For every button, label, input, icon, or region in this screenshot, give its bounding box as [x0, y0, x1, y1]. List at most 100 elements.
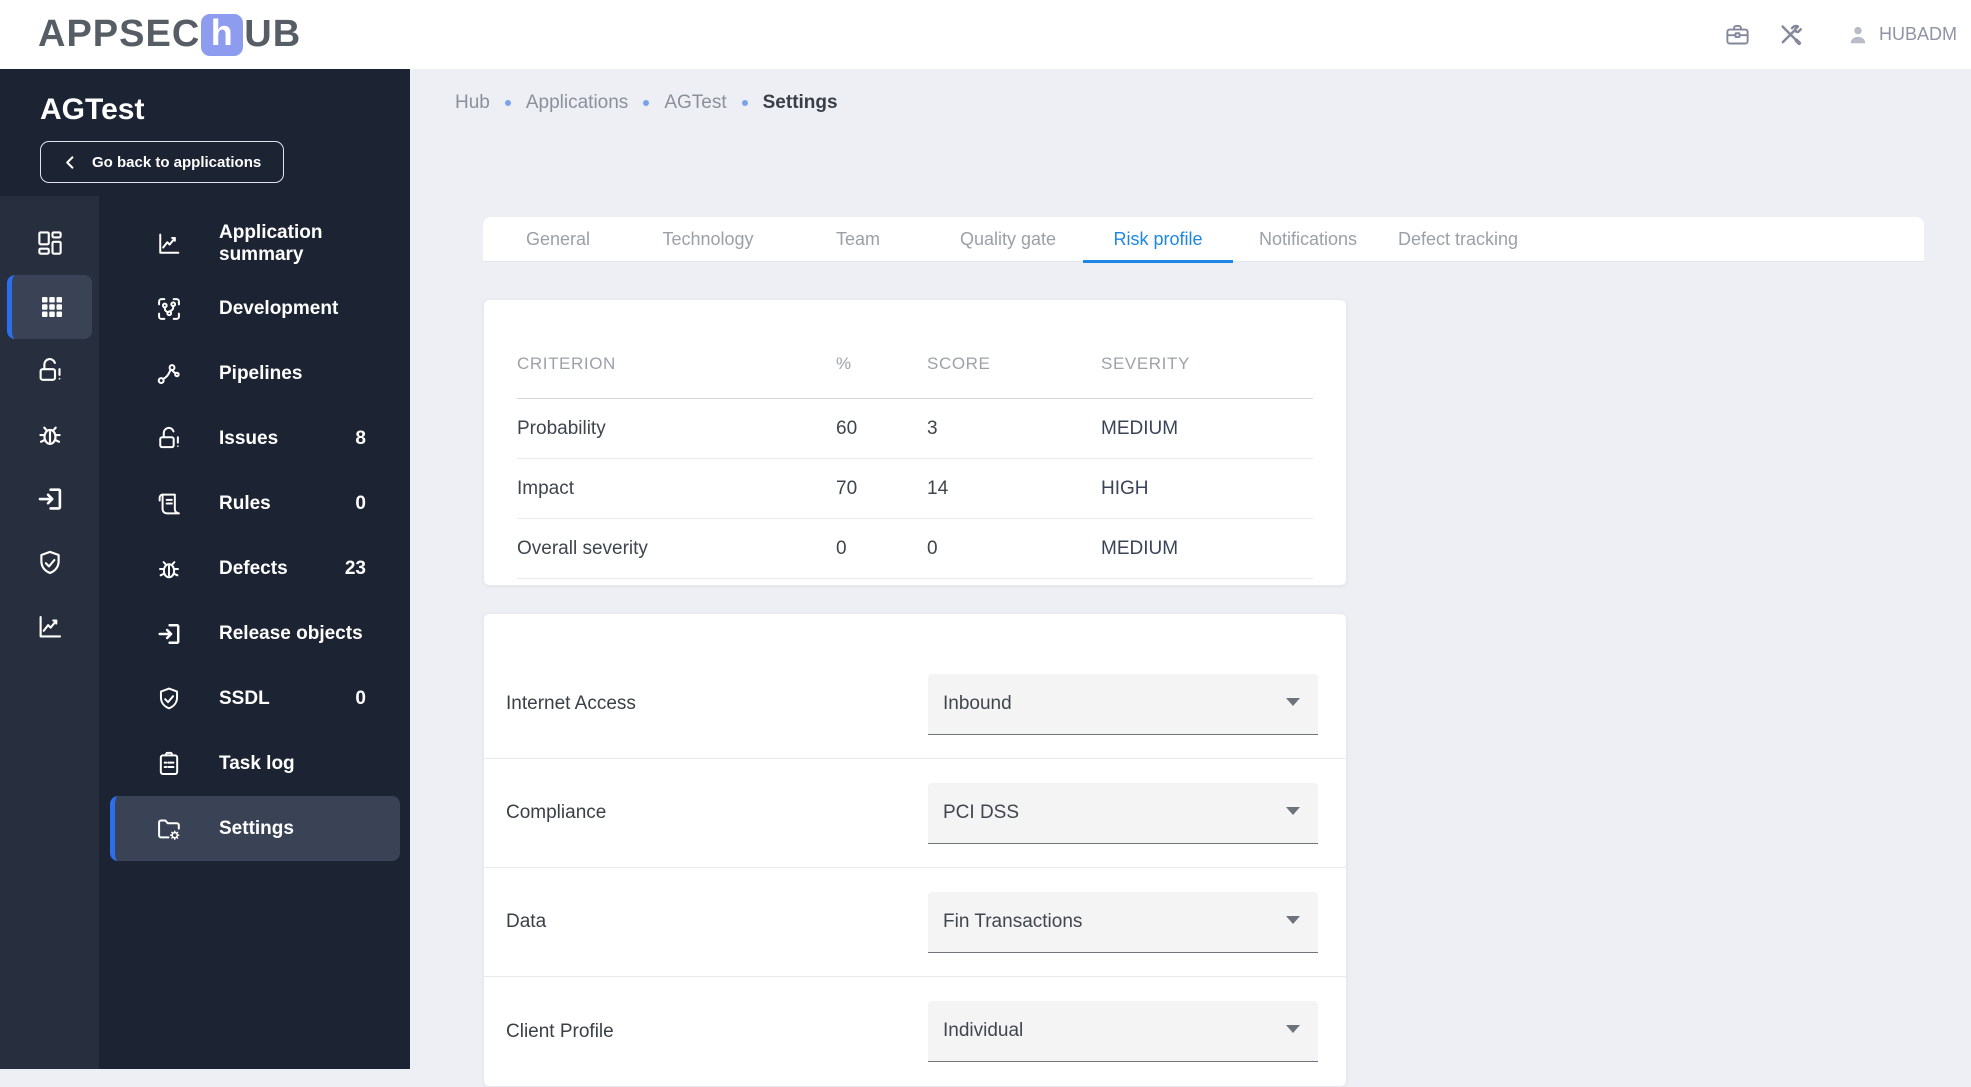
sidebar-item-count: 0	[355, 492, 366, 514]
dropdown-caret-icon	[1286, 1025, 1300, 1033]
user-name: HUBADM	[1878, 24, 1957, 44]
sidebar-item-development[interactable]: Development	[99, 276, 410, 341]
internet-access-select[interactable]: Inbound	[928, 673, 1318, 735]
tab-notifications[interactable]: Notifications	[1233, 217, 1383, 262]
client-profile-select[interactable]: Individual	[928, 1001, 1318, 1062]
column-header: SEVERITY	[1101, 354, 1190, 373]
user-menu[interactable]: HUBADM	[1846, 23, 1957, 47]
cell-severity: HIGH	[1101, 477, 1149, 499]
table-row: Impact 70 14 HIGH	[517, 459, 1313, 519]
field-label: Internet Access	[506, 693, 636, 714]
risk-profile-form-card: Internet Access Inbound Compliance PCI DSS D…	[483, 613, 1347, 1087]
column-header: SCORE	[927, 354, 991, 373]
form-row-compliance: Compliance PCI DSS	[484, 759, 1346, 868]
form-row-internet-access: Internet Access Inbound	[484, 650, 1346, 759]
application-name: AGTest	[40, 93, 145, 126]
risk-table-body: Probability 60 3 MEDIUM Impact 70 14 HIGH Overal…	[517, 399, 1313, 579]
selected-value: Fin Transactions	[943, 910, 1083, 932]
rail-item-release-objects[interactable]	[0, 467, 99, 531]
field-label: Data	[506, 911, 547, 932]
header-actions: HUBADM	[1724, 21, 1957, 48]
lock-alert-icon	[155, 425, 183, 453]
settings-tabs: General Technology Team Quality gate Risk pr…	[483, 217, 1924, 263]
breadcrumb-item-settings: Settings	[762, 92, 838, 113]
box-arrow-icon	[35, 484, 65, 514]
sidebar-item-issues[interactable]: Issues 8	[99, 406, 410, 471]
go-back-to-applications-button[interactable]: Go back to applications	[40, 141, 285, 183]
rail-item-summary[interactable]	[0, 595, 99, 659]
briefcase-icon[interactable]	[1724, 21, 1751, 48]
selected-value: Individual	[943, 1020, 1024, 1041]
sidebar-item-rules[interactable]: Rules 0	[99, 471, 410, 536]
sidebar-item-label: Task log	[219, 752, 295, 774]
cell-criterion: Impact	[517, 477, 575, 499]
sidebar-item-label: Issues	[219, 427, 279, 449]
task-log-icon	[155, 750, 183, 778]
back-button-label: Go back to applications	[92, 153, 262, 171]
pipelines-icon	[155, 360, 183, 388]
tab-quality-gate[interactable]: Quality gate	[933, 217, 1083, 262]
tools-icon[interactable]	[1777, 21, 1804, 48]
lock-alert-icon	[35, 356, 65, 386]
sidebar-item-task-log[interactable]: Task log	[99, 731, 410, 796]
rail-item-dashboard[interactable]	[0, 211, 99, 275]
cell-criterion: Probability	[517, 417, 606, 439]
breadcrumb-item-agtest[interactable]: AGTest	[664, 92, 726, 114]
data-select[interactable]: Fin Transactions	[928, 891, 1318, 953]
sidebar-item-count: 8	[355, 427, 366, 449]
breadcrumb: Hub Applications AGTest Settings	[410, 69, 1971, 117]
dropdown-caret-icon	[1286, 915, 1300, 924]
sidebar-app-header: AGTest Go back to applications	[0, 69, 410, 196]
table-row: Probability 60 3 MEDIUM	[517, 399, 1313, 459]
cell-score: 0	[927, 537, 938, 559]
cell-severity: MEDIUM	[1101, 417, 1179, 439]
risk-table-header: CRITERION% SCORE SEVERITY	[517, 300, 1313, 399]
person-icon	[1846, 23, 1870, 47]
cell-severity: MEDIUM	[1101, 537, 1179, 559]
tab-risk-profile[interactable]: Risk profile	[1083, 217, 1233, 263]
rail-item-applications[interactable]	[7, 275, 92, 339]
compliance-select[interactable]: PCI DSS	[928, 782, 1318, 844]
tab-defect-tracking[interactable]: Defect tracking	[1383, 217, 1533, 262]
cell-score: 3	[927, 417, 938, 439]
column-header: CRITERION	[517, 354, 616, 373]
sidebar-item-label: Settings	[219, 817, 294, 839]
sidebar-item-pipelines[interactable]: Pipelines	[99, 341, 410, 406]
main-area: Hub Applications AGTest Settings General Tec…	[410, 69, 1971, 1087]
cell-score: 14	[927, 477, 949, 499]
tab-general[interactable]: General	[483, 217, 633, 262]
cell-criterion: Overall severity	[517, 537, 648, 559]
sidebar-body: Application summary Development Pipelines I…	[0, 196, 410, 1069]
rules-icon	[155, 490, 183, 518]
sidebar-item-settings[interactable]: Settings	[110, 796, 400, 861]
rail-item-issues[interactable]	[0, 339, 99, 403]
chevron-left-icon	[63, 155, 78, 170]
tab-team[interactable]: Team	[783, 217, 933, 262]
folder-gear-icon	[155, 815, 183, 843]
column-header: %	[836, 354, 852, 373]
chart-line-icon	[155, 230, 183, 258]
dropdown-caret-icon	[1286, 806, 1300, 815]
tab-technology[interactable]: Technology	[633, 217, 783, 262]
sidebar-item-release-objects[interactable]: Release objects	[99, 601, 410, 666]
selected-value: Inbound	[943, 692, 1012, 714]
form-row-data: Data Fin Transactions	[484, 868, 1346, 977]
dashboard-icon	[35, 228, 65, 258]
field-label: Compliance	[506, 802, 607, 823]
breadcrumb-item-hub[interactable]: Hub	[455, 92, 490, 114]
sidebar-item-application-summary[interactable]: Application summary	[99, 211, 410, 276]
sidebar-item-label: Application summary	[219, 221, 323, 265]
breadcrumb-item-applications[interactable]: Applications	[526, 92, 628, 114]
rail-item-ssdl[interactable]	[0, 531, 99, 595]
sidebar-item-defects[interactable]: Defects 23	[99, 536, 410, 601]
breadcrumb-separator-dot	[643, 100, 650, 106]
bug-icon	[35, 420, 65, 450]
dev-icon	[155, 295, 183, 323]
shield-check-icon	[35, 548, 65, 578]
app-logo[interactable]: APPSEC h UB	[38, 13, 301, 56]
logo-accent-block: h	[201, 13, 244, 56]
table-row: Overall severity 0 0 MEDIUM	[517, 519, 1313, 579]
rail-item-defects[interactable]	[0, 403, 99, 467]
sidebar-item-ssdl[interactable]: SSDL 0	[99, 666, 410, 731]
bug-icon	[155, 555, 183, 583]
